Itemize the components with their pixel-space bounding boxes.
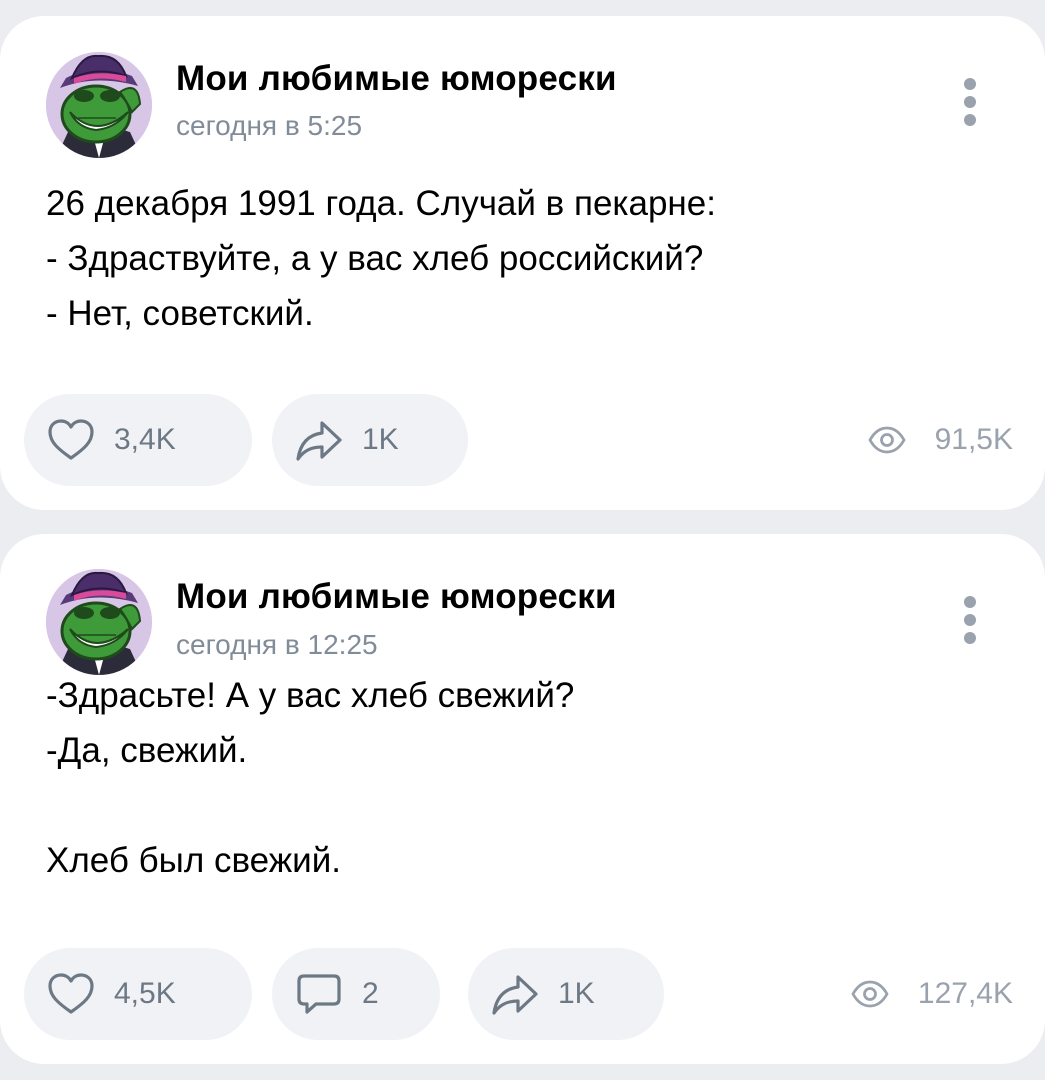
post-timestamp[interactable]: сегодня в 5:25 [176,110,362,142]
heart-icon [48,973,94,1014]
share-arrow-icon [492,975,538,1015]
post-text-line: Хлеб был свежий. [46,841,341,880]
group-avatar[interactable] [46,52,152,158]
views-count: 127,4K [917,977,1013,1010]
views-counter: 127,4K [850,974,1013,1014]
post-text-line: -Здрасьте! А у вас хлеб свежий? [46,676,575,715]
post-text: 26 декабря 1991 года. Случай в пекарне: … [46,176,1005,341]
share-button[interactable]: 1K [272,394,468,486]
comment-button[interactable]: 2 [272,948,440,1040]
group-name[interactable]: Мои любимые юморески [176,59,617,99]
heart-icon [48,419,94,460]
post-text-line: 26 декабря 1991 года. Случай в пекарне: [46,184,716,223]
post-card: Мои любимые юморески сегодня в 12:25 -Зд… [0,534,1045,1064]
comment-bubble-icon [297,974,341,1014]
like-button[interactable]: 4,5K [24,948,252,1040]
post-text: -Здрасьте! А у вас хлеб свежий? -Да, све… [46,668,1005,888]
more-options-button[interactable] [955,74,985,130]
share-count: 1K [362,423,399,456]
like-count: 3,4K [114,423,176,456]
share-button[interactable]: 1K [468,948,664,1040]
frog-avatar-image [46,52,152,158]
post-card: Мои любимые юморески сегодня в 5:25 26 д… [0,16,1045,510]
post-text-line: - Здраствуйте, а у вас хлеб российский? [46,239,704,278]
post-text-line [46,778,1005,833]
like-button[interactable]: 3,4K [24,394,252,486]
share-count: 1K [558,977,595,1010]
frog-avatar-image [46,569,152,675]
group-name[interactable]: Мои любимые юморески [176,577,617,617]
group-avatar[interactable] [46,569,152,675]
eye-icon [851,980,889,1008]
comment-count: 2 [362,977,379,1010]
more-options-button[interactable] [955,592,985,648]
post-text-line: - Нет, советский. [46,294,314,333]
eye-icon [867,426,906,454]
post-text-line: -Да, свежий. [46,731,248,770]
views-counter: 91,5K [867,420,1013,460]
like-count: 4,5K [114,977,176,1010]
views-count: 91,5K [934,423,1013,456]
post-timestamp[interactable]: сегодня в 12:25 [176,629,378,661]
share-arrow-icon [296,421,342,461]
